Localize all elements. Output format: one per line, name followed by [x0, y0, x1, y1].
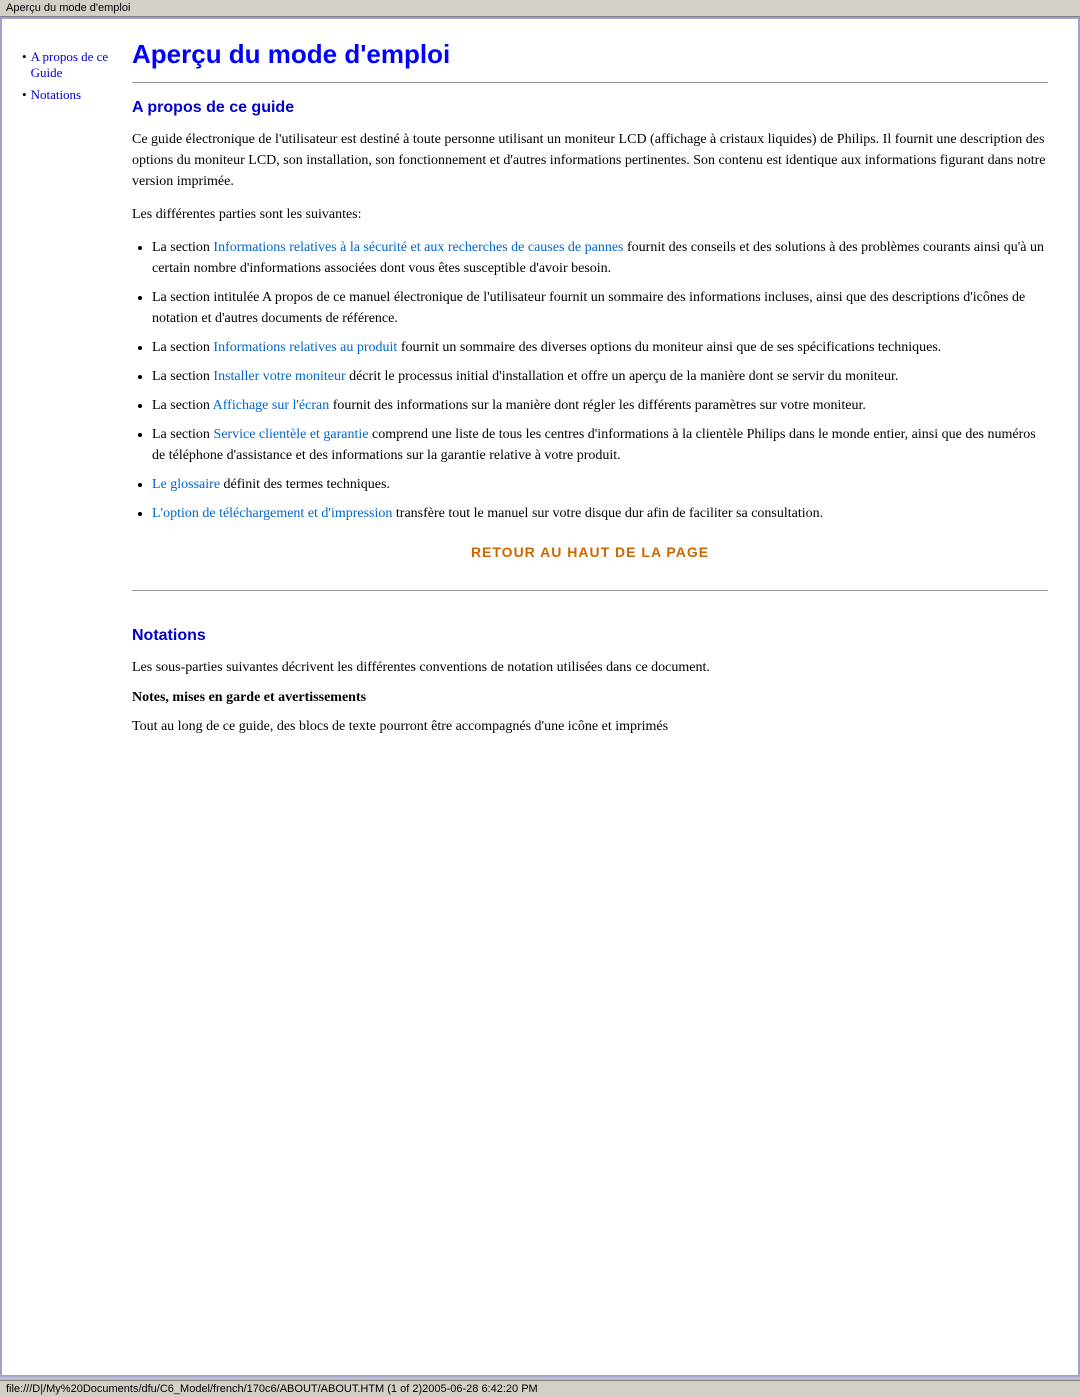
list-item-rest-3: fournit un sommaire des diverses options…: [397, 340, 941, 355]
title-divider: [132, 82, 1048, 83]
content-area: • A propos de ce Guide • Notations Aperç…: [2, 19, 1078, 769]
list-item-3: La section Informations relatives au pro…: [152, 337, 1048, 358]
sidebar-item-apropos[interactable]: • A propos de ce Guide: [22, 49, 112, 83]
list-item-6: La section Service clientèle et garantie…: [152, 424, 1048, 466]
section2-sub-title: Notes, mises en garde et avertissements: [132, 690, 1048, 706]
list-item-4: La section Installer votre moniteur décr…: [152, 366, 1048, 387]
link-telechargement[interactable]: L'option de téléchargement et d'impressi…: [152, 506, 392, 521]
title-bar: Aperçu du mode d'emploi: [0, 0, 1080, 17]
link-installer[interactable]: Installer votre moniteur: [213, 369, 345, 384]
list-item-prefix-5: La section: [152, 398, 213, 413]
section-divider: [132, 590, 1048, 591]
section2-title: Notations: [132, 627, 1048, 645]
sidebar: • A propos de ce Guide • Notations: [2, 39, 122, 769]
section2-sub-text: Tout au long de ce guide, des blocs de t…: [132, 716, 1048, 737]
list-item-rest-8: transfère tout le manuel sur votre disqu…: [392, 506, 823, 521]
sidebar-item-notations[interactable]: • Notations: [22, 87, 112, 105]
title-bar-text: Aperçu du mode d'emploi: [6, 2, 130, 14]
main-content: Aperçu du mode d'emploi A propos de ce g…: [122, 39, 1078, 769]
link-affichage[interactable]: Affichage sur l'écran: [213, 398, 330, 413]
bullet-dot-2: •: [22, 87, 27, 103]
bullet-dot-1: •: [22, 49, 27, 65]
section-notations: Notations Les sous-parties suivantes déc…: [132, 627, 1048, 737]
list-item-rest-7: définit des termes techniques.: [220, 477, 390, 492]
section1-list: La section Informations relatives à la s…: [152, 237, 1048, 524]
page-title: Aperçu du mode d'emploi: [132, 39, 1048, 70]
list-item-8: L'option de téléchargement et d'impressi…: [152, 503, 1048, 524]
list-item-prefix-6: La section: [152, 427, 213, 442]
list-item-1: La section Informations relatives à la s…: [152, 237, 1048, 279]
section2-intro: Les sous-parties suivantes décrivent les…: [132, 657, 1048, 678]
list-item-rest-4: décrit le processus initial d'installati…: [346, 369, 899, 384]
status-bar-text: file:///D|/My%20Documents/dfu/C6_Model/f…: [6, 1383, 538, 1395]
list-item-prefix-4: La section: [152, 369, 213, 384]
main-wrapper: • A propos de ce Guide • Notations Aperç…: [0, 17, 1080, 1377]
list-item-rest-2: La section intitulée A propos de ce manu…: [152, 290, 1025, 326]
list-item-prefix-1: La section: [152, 240, 213, 255]
link-service[interactable]: Service clientèle et garantie: [213, 427, 368, 442]
link-produit[interactable]: Informations relatives au produit: [213, 340, 397, 355]
status-bar: file:///D|/My%20Documents/dfu/C6_Model/f…: [0, 1380, 1080, 1397]
section1-title: A propos de ce guide: [132, 99, 1048, 117]
list-item-prefix-3: La section: [152, 340, 213, 355]
link-glossaire[interactable]: Le glossaire: [152, 477, 220, 492]
list-item-rest-5: fournit des informations sur la manière …: [329, 398, 866, 413]
list-item-2: La section intitulée A propos de ce manu…: [152, 287, 1048, 329]
link-securite[interactable]: Informations relatives à la sécurité et …: [213, 240, 623, 255]
retour-link[interactable]: RETOUR AU HAUT DE LA PAGE: [132, 544, 1048, 560]
section1-intro1: Ce guide électronique de l'utilisateur e…: [132, 129, 1048, 192]
sidebar-link-apropos[interactable]: A propos de ce Guide: [31, 49, 112, 81]
section1-intro2: Les différentes parties sont les suivant…: [132, 204, 1048, 225]
list-item-7: Le glossaire définit des termes techniqu…: [152, 474, 1048, 495]
list-item-5: La section Affichage sur l'écran fournit…: [152, 395, 1048, 416]
section-apropos: A propos de ce guide Ce guide électroniq…: [132, 99, 1048, 560]
sidebar-link-notations[interactable]: Notations: [31, 87, 82, 103]
